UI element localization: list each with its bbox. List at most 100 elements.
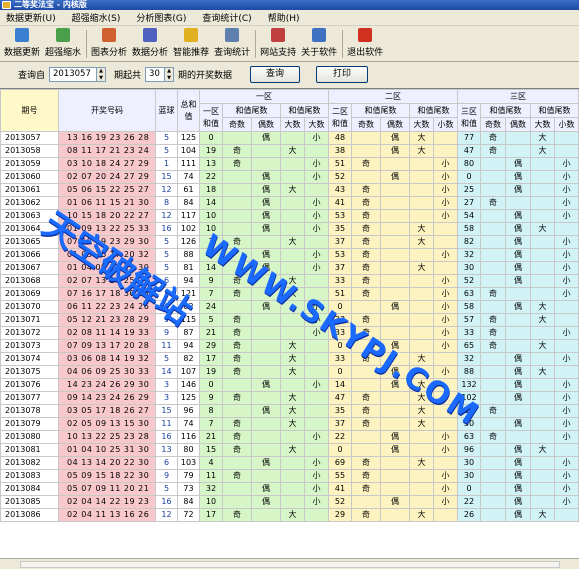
- zone2-even-cell: [380, 183, 410, 197]
- table-row[interactable]: 2013082 04 13 14 20 22 30 6 103 4 偶小 69 奇大 30 偶小: [0, 456, 579, 470]
- zone2-big-cell: [409, 196, 434, 210]
- zone3-even-cell: [505, 131, 531, 145]
- query-button[interactable]: 查询: [250, 65, 301, 83]
- zone2-sum-cell: 37: [328, 261, 352, 275]
- period-count-input[interactable]: 30: [145, 66, 166, 82]
- zone2-even-cell: [380, 456, 410, 470]
- zone3-big-cell: [530, 391, 555, 405]
- col-issue-header[interactable]: 期号: [0, 89, 59, 132]
- col-blue-header[interactable]: 蓝球: [155, 89, 178, 132]
- zone3-even-cell: 偶: [505, 495, 531, 509]
- toolbar-button-chart[interactable]: 图表分析: [91, 28, 127, 61]
- numbers-cell: 07 09 13 17 20 28: [58, 339, 156, 353]
- toolbar-button-bulb[interactable]: 智能推荐: [173, 28, 209, 61]
- zone1-small-cell: [304, 443, 329, 457]
- horizontal-scrollbar[interactable]: [20, 561, 560, 568]
- period-spinner[interactable]: ▲ ▼: [165, 66, 175, 82]
- toolbar-button-gear[interactable]: 数据分析: [132, 28, 168, 61]
- zone2-big-cell: [409, 183, 434, 197]
- home-icon: [271, 28, 286, 42]
- table-row[interactable]: 2013085 02 04 14 22 19 23 16 84 10 偶小 52 偶小 22 偶小: [0, 495, 579, 509]
- zone2-even-cell: [380, 404, 410, 418]
- zone3-small-cell: 小: [554, 287, 579, 301]
- table-row[interactable]: 2013062 01 06 11 15 21 30 8 84 14 偶小 41 奇小 27 奇小: [0, 196, 579, 210]
- table-row[interactable]: 2013067 01 04 09 15 22 30 5 81 14 偶小 37 奇大 30 偶小: [0, 261, 579, 275]
- menu-query-stats[interactable]: 查询统计(C): [202, 11, 251, 24]
- zone1-sum-cell: 4: [199, 248, 223, 262]
- zone2-sum-cell: 0: [328, 339, 352, 353]
- toolbar-button-shrink[interactable]: 超强缩水: [45, 28, 81, 61]
- table-row[interactable]: 2013058 08 11 17 21 23 24 5 104 19 奇大 38 偶大 47 奇大: [0, 144, 579, 158]
- zone1-odd-cell: [222, 209, 252, 223]
- table-row[interactable]: 2013057 13 16 19 23 26 28 5 125 0 偶小 48 偶大 77 奇大: [0, 131, 579, 145]
- zone3-small-cell: 小: [554, 248, 579, 262]
- menu-shrink[interactable]: 超强缩水(S): [72, 11, 121, 24]
- zone3-sum-cell: 33: [457, 326, 481, 340]
- zone2-odd-cell: 奇: [351, 261, 381, 275]
- table-row[interactable]: 2013068 02 07 13 20 25 27 6 94 9 奇大 33 奇小 52 偶小: [0, 274, 579, 288]
- toolbar-button-refresh[interactable]: 数据更新: [4, 28, 40, 61]
- zone3-big-cell: [530, 287, 555, 301]
- zone3-small-cell: 小: [554, 352, 579, 366]
- table-row[interactable]: 2013081 01 04 10 25 31 30 13 80 15 奇大 0 偶小 96 偶大: [0, 443, 579, 457]
- zone3-big-cell: [530, 430, 555, 444]
- print-button[interactable]: 打印: [316, 65, 369, 83]
- table-row[interactable]: 2013061 05 06 15 22 25 27 12 61 18 偶大 43 奇小 25 偶小: [0, 183, 579, 197]
- zone1-big-cell: 大: [280, 508, 305, 522]
- zone1-sum-cell: 7: [199, 235, 223, 249]
- col-total-header[interactable]: 总和值: [177, 89, 200, 132]
- blue-cell: 5: [155, 261, 178, 275]
- total-cell: 88: [177, 248, 200, 262]
- issue-cell: 2013081: [0, 443, 59, 457]
- total-cell: 146: [177, 378, 200, 392]
- zone3-big-cell: [530, 495, 555, 509]
- table-row[interactable]: 2013074 03 06 08 14 19 32 5 82 17 奇大 33 奇大 32 偶小: [0, 352, 579, 366]
- zone2-big-cell: [409, 469, 434, 483]
- zone2-sum-cell: 29: [328, 508, 352, 522]
- table-row[interactable]: 2013083 05 09 15 18 22 30 9 79 11 奇小 55 奇小 30 偶小: [0, 469, 579, 483]
- toolbar-button-exit[interactable]: 退出软件: [347, 28, 383, 61]
- zone2-sum-cell: 41: [328, 196, 352, 210]
- table-row[interactable]: 2013086 02 04 11 13 16 26 12 72 17 奇大 29 奇大 26 偶大: [0, 508, 579, 522]
- toolbar-button-info[interactable]: 关于软件: [301, 28, 337, 61]
- zone2-even-cell: 偶: [380, 378, 410, 392]
- table-row[interactable]: 2013075 04 06 09 25 30 33 14 107 19 奇大 0 偶小 88 偶大: [0, 365, 579, 379]
- table-row[interactable]: 2013059 03 10 18 24 27 29 1 111 13 奇小 51 奇小 80 偶小: [0, 157, 579, 171]
- toolbar-button-home[interactable]: 网站支持: [260, 28, 296, 61]
- total-cell: 73: [177, 482, 200, 496]
- lottery-data-grid[interactable]: 期号 开奖号码 蓝球 总和值 一区 二区 三区 一区和值 和值尾数 和值尾数 二…: [0, 88, 579, 558]
- zone1-even-cell: [251, 157, 281, 171]
- table-row[interactable]: 2013084 05 07 09 11 20 21 5 73 32 偶小 41 奇小 0 偶小: [0, 482, 579, 496]
- menu-charts[interactable]: 分析图表(G): [136, 11, 186, 24]
- table-row[interactable]: 2013066 01 03 16 17 20 32 5 88 4 偶小 53 奇小 32 偶小: [0, 248, 579, 262]
- table-row[interactable]: 2013077 09 14 23 24 26 29 3 125 9 奇大 47 奇大 102 偶小: [0, 391, 579, 405]
- zone1-big-cell: [280, 248, 305, 262]
- table-row[interactable]: 2013079 02 05 09 13 15 30 11 74 7 奇大 37 奇大 30 偶小: [0, 417, 579, 431]
- zone2-big-cell: [409, 495, 434, 509]
- table-row[interactable]: 2013072 02 08 11 14 19 33 9 87 21 奇小 33 奇小 33 奇小: [0, 326, 579, 340]
- table-row[interactable]: 2013070 06 11 22 23 24 26 6 82 24 偶小 0 偶小 58 偶大: [0, 300, 579, 314]
- table-row[interactable]: 2013080 10 13 22 25 23 28 16 116 21 奇小 22 偶小 63 奇…: [0, 430, 579, 444]
- table-row[interactable]: 2013060 02 07 20 24 27 29 15 74 22 偶小 52 偶小 0 偶小: [0, 170, 579, 184]
- zone1-odd-cell: 奇: [222, 144, 252, 158]
- zone2-big-cell: [409, 209, 434, 223]
- table-row[interactable]: 2013063 10 15 18 20 22 27 12 117 10 偶小 53 奇小 54 偶…: [0, 209, 579, 223]
- table-row[interactable]: 2013064 01 09 13 22 25 33 16 102 10 偶 小 35 奇 大 58 偶…: [0, 222, 579, 236]
- zone3-odd-cell: 奇: [480, 430, 506, 444]
- zone2-big-cell: 大: [409, 404, 434, 418]
- issue-input[interactable]: 2013057: [49, 66, 98, 82]
- table-row[interactable]: 2013071 05 12 21 23 28 29 9 115 5 奇小 33 奇小 57 奇大: [0, 313, 579, 327]
- menu-data-update[interactable]: 数据更新(U): [6, 11, 56, 24]
- table-row[interactable]: 2013065 07 18 19 23 29 30 5 126 7 奇大 37 奇大 82 偶小: [0, 235, 579, 249]
- table-row[interactable]: 2013078 03 05 17 18 26 27 15 96 8 偶大 35 奇大 53 奇小: [0, 404, 579, 418]
- menu-help[interactable]: 帮助(H): [268, 11, 300, 24]
- zone3-even-cell: [505, 196, 531, 210]
- table-row[interactable]: 2013073 07 09 13 17 20 28 11 94 29 奇大 0 偶小 65 奇大: [0, 339, 579, 353]
- toolbar-button-search[interactable]: 查询统计: [214, 28, 250, 61]
- col-numbers-header[interactable]: 开奖号码: [58, 89, 156, 132]
- zone3-sum-cell: 77: [457, 131, 481, 145]
- zone2-odd-cell: 奇: [351, 313, 381, 327]
- table-row[interactable]: 2013069 07 16 17 18 30 33 5 121 7 奇大 51 奇小 63 奇小: [0, 287, 579, 301]
- table-row[interactable]: 2013076 14 23 24 26 29 30 3 146 0 偶小 14 偶大 132 偶小: [0, 378, 579, 392]
- issue-spinner[interactable]: ▲ ▼: [97, 66, 107, 82]
